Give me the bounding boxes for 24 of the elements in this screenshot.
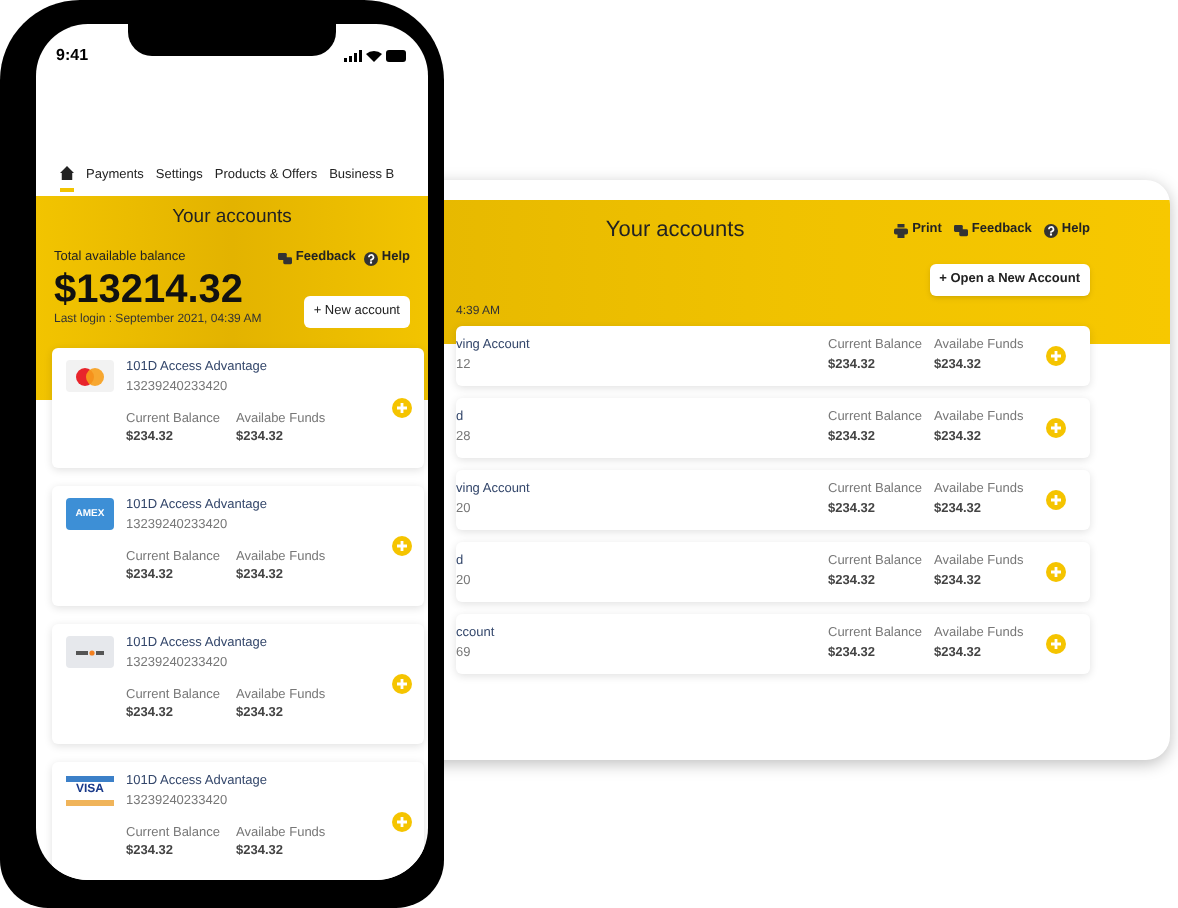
status-time: 9:41	[56, 44, 89, 68]
plus-icon[interactable]	[1046, 490, 1066, 510]
plus-icon[interactable]	[1046, 562, 1066, 582]
card-logo	[66, 636, 114, 668]
page-title: Your accounts	[172, 204, 292, 232]
plus-icon[interactable]	[1046, 346, 1066, 366]
chat-icon	[953, 223, 968, 237]
plus-icon[interactable]	[392, 812, 412, 832]
plus-icon[interactable]	[1046, 418, 1066, 438]
help-icon	[363, 251, 378, 266]
printer-icon	[894, 223, 909, 237]
battery-icon	[386, 50, 408, 62]
total-balance: $13214.32	[54, 268, 246, 312]
wifi-icon	[366, 50, 382, 62]
signal-icon	[344, 50, 362, 62]
help-icon	[1043, 223, 1058, 237]
plus-icon[interactable]	[392, 536, 412, 556]
chat-icon	[277, 251, 292, 266]
plus-icon[interactable]	[392, 674, 412, 694]
home-icon[interactable]	[60, 166, 74, 180]
plus-icon[interactable]	[392, 398, 412, 418]
card-logo	[66, 360, 114, 392]
plus-icon[interactable]	[1046, 634, 1066, 654]
page-title: Your accounts	[605, 215, 745, 246]
